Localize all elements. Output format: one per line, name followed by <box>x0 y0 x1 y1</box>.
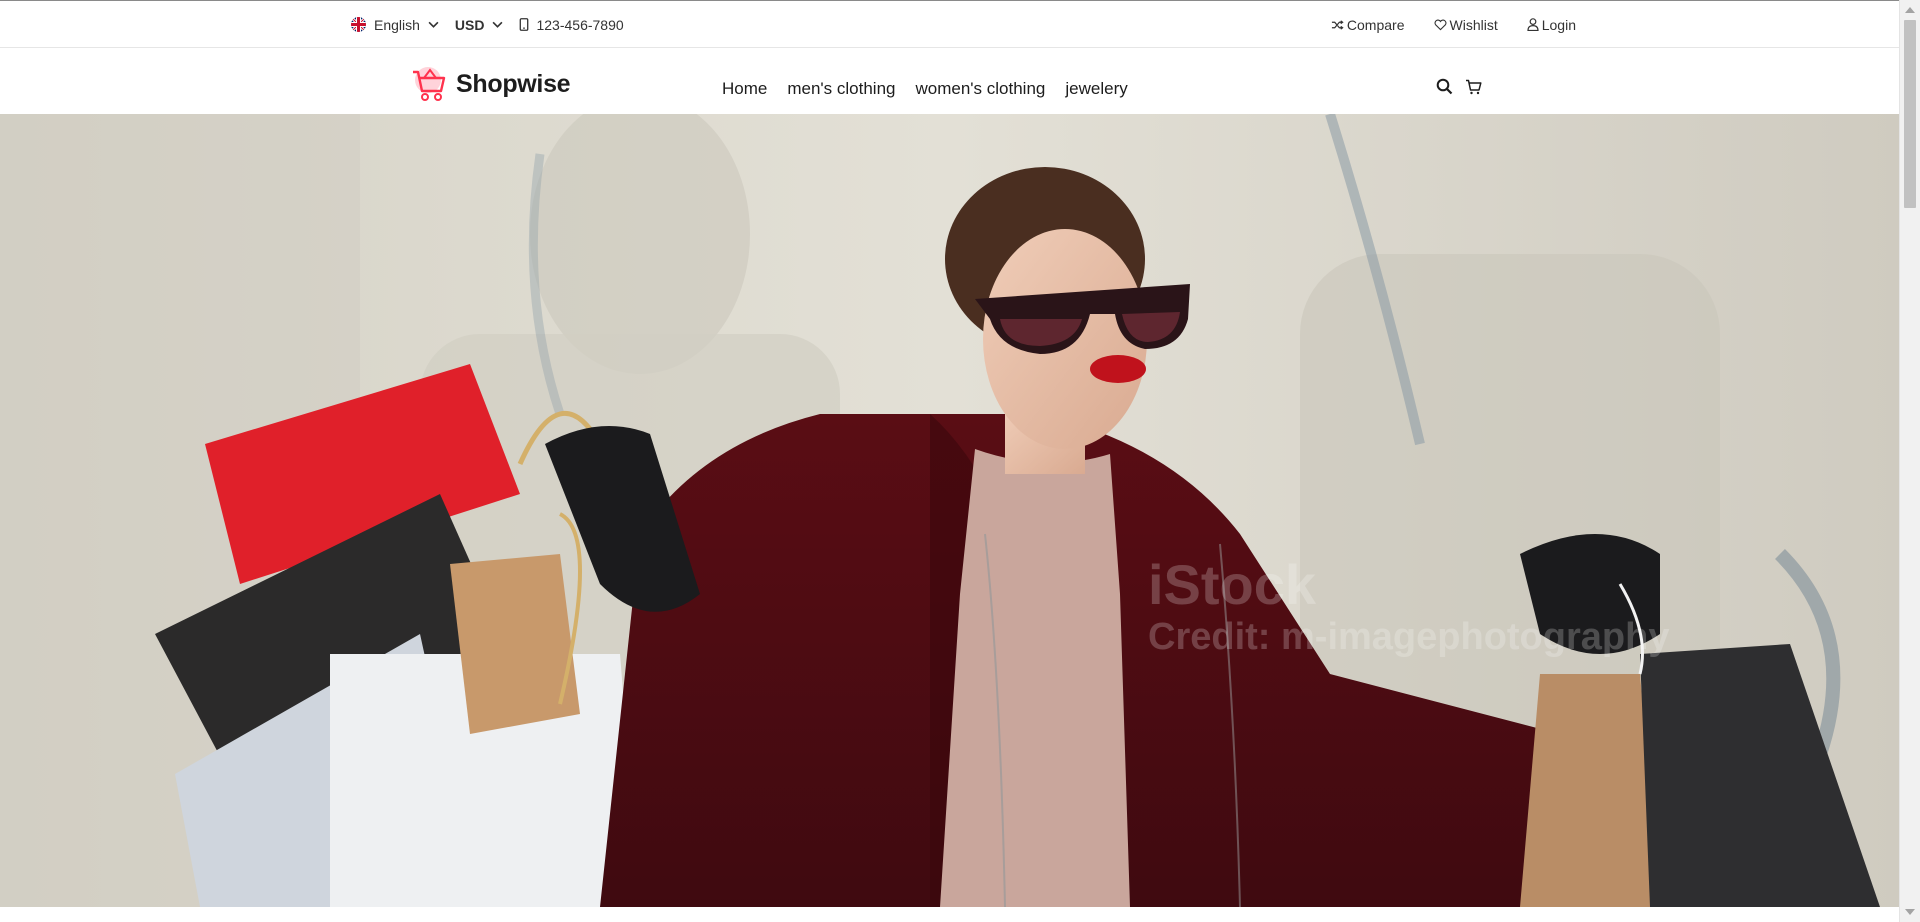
nav-item-womens-clothing[interactable]: women's clothing <box>916 79 1046 99</box>
compare-link[interactable]: Compare <box>1331 17 1405 33</box>
currency-selector[interactable]: USD <box>455 17 504 33</box>
nav-item-home[interactable]: Home <box>722 79 767 99</box>
phone-number: 123-456-7890 <box>536 16 624 33</box>
brand-name: Shopwise <box>456 69 571 98</box>
login-label: Login <box>1541 16 1576 33</box>
shuffle-icon <box>1331 19 1344 30</box>
heart-icon <box>1433 19 1447 30</box>
watermark-credit: Credit: m-imagephotography <box>1148 616 1669 658</box>
login-link[interactable]: Login <box>1527 17 1576 33</box>
language-label: English <box>374 16 420 33</box>
nav-item-mens-clothing[interactable]: men's clothing <box>787 79 895 99</box>
wishlist-label: Wishlist <box>1449 16 1498 33</box>
compare-label: Compare <box>1346 16 1405 33</box>
main-navbar: Shopwise Home men's clothing women's clo… <box>0 48 1899 114</box>
language-selector[interactable]: English <box>351 17 439 33</box>
scroll-thumb[interactable] <box>1904 20 1916 208</box>
scroll-down-arrow-icon[interactable] <box>1905 909 1915 915</box>
user-icon <box>1527 18 1539 31</box>
brand-logo[interactable]: Shopwise <box>410 64 571 104</box>
page-bottom <box>0 907 1899 922</box>
cart-button[interactable] <box>1465 79 1482 95</box>
scroll-up-arrow-icon[interactable] <box>1905 7 1915 13</box>
phone-contact: 123-456-7890 <box>519 16 624 33</box>
watermark-istock: iStock <box>1148 553 1317 616</box>
hero-image: iStock Credit: m-imagephotography <box>0 114 1899 907</box>
mobile-phone-icon <box>520 18 529 31</box>
top-bar-left: English USD 123-456-7890 <box>351 1 640 48</box>
top-bar: English USD 123-456-7890 Compare Wishlis… <box>0 0 1899 48</box>
vertical-scrollbar[interactable] <box>1899 0 1920 922</box>
cart-icon <box>1466 79 1482 94</box>
wishlist-link[interactable]: Wishlist <box>1433 16 1498 33</box>
search-button[interactable] <box>1436 78 1453 95</box>
top-bar-right: Compare Wishlist Login <box>1302 1 1576 48</box>
shopping-cart-logo-icon <box>413 67 446 101</box>
currency-label: USD <box>454 16 485 33</box>
hero-banner: iStock Credit: m-imagephotography <box>0 114 1899 907</box>
chevron-down-icon <box>428 21 439 28</box>
nav-item-jewelery[interactable]: jewelery <box>1065 79 1127 99</box>
uk-flag-icon <box>351 17 366 32</box>
chevron-down-icon <box>493 21 503 28</box>
search-icon <box>1436 78 1453 95</box>
nav-icons <box>1436 78 1494 95</box>
